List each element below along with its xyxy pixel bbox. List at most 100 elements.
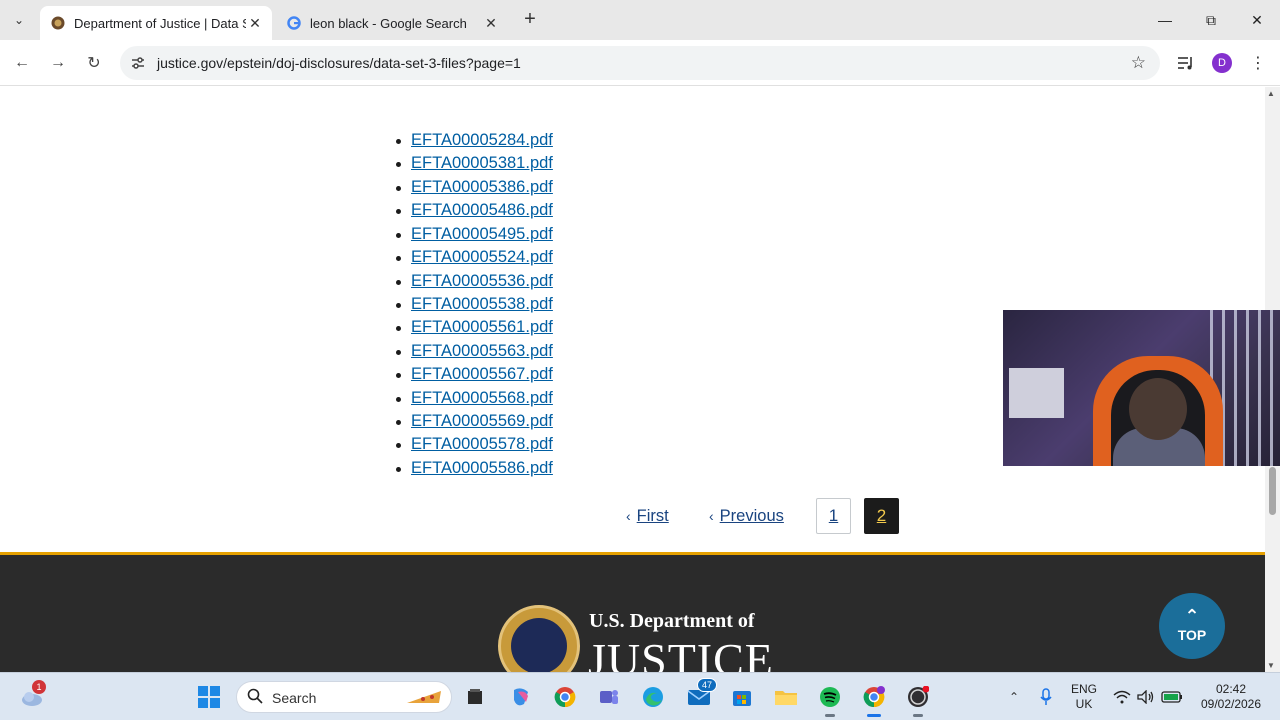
back-button[interactable]: ← bbox=[11, 52, 33, 74]
chrome-icon[interactable] bbox=[551, 683, 579, 711]
address-bar[interactable]: justice.gov/epstein/doj-disclosures/data… bbox=[120, 46, 1160, 80]
close-icon[interactable]: ✕ bbox=[482, 14, 500, 32]
browser-menu-button[interactable]: ⋮ bbox=[1248, 53, 1268, 73]
top-label: TOP bbox=[1177, 627, 1207, 643]
file-link[interactable]: EFTA00005284.pdf bbox=[411, 131, 553, 149]
pagination-first[interactable]: ‹ First bbox=[626, 498, 669, 534]
site-footer: U.S. Department of JUSTICE bbox=[0, 552, 1265, 672]
list-item: EFTA00005524.pdf bbox=[396, 246, 553, 269]
chevron-up-icon: ⌃ bbox=[1008, 690, 1020, 704]
reload-icon: ↻ bbox=[87, 55, 101, 72]
pizza-search-highlight-icon bbox=[405, 687, 445, 712]
file-explorer-icon[interactable] bbox=[772, 683, 800, 711]
time: 02:42 bbox=[1215, 682, 1247, 696]
url-text[interactable]: justice.gov/epstein/doj-disclosures/data… bbox=[157, 55, 521, 71]
tab-title: leon black - Google Search bbox=[310, 15, 467, 31]
profile-button[interactable]: D bbox=[1212, 53, 1232, 73]
file-link[interactable]: EFTA00005578.pdf bbox=[411, 435, 553, 453]
teams-icon[interactable] bbox=[595, 683, 623, 711]
battery-icon[interactable] bbox=[1158, 683, 1186, 711]
restore-icon: ⧉ bbox=[1206, 11, 1216, 28]
pagination-previous[interactable]: ‹ Previous bbox=[709, 498, 784, 534]
start-button[interactable] bbox=[195, 683, 223, 711]
chrome-profile-icon[interactable] bbox=[860, 683, 888, 717]
list-item: EFTA00005561.pdf bbox=[396, 316, 553, 339]
file-link[interactable]: EFTA00005586.pdf bbox=[411, 459, 553, 477]
notification-badge: 1 bbox=[32, 680, 46, 694]
language-indicator[interactable]: ENG UK bbox=[1068, 682, 1100, 712]
file-link[interactable]: EFTA00005495.pdf bbox=[411, 225, 553, 243]
back-to-top-button[interactable]: ⌃ TOP bbox=[1159, 593, 1225, 659]
arrow-left-icon: ← bbox=[14, 54, 30, 71]
list-item: EFTA00005569.pdf bbox=[396, 410, 553, 433]
site-settings-icon[interactable] bbox=[130, 55, 146, 71]
close-window-button[interactable]: ✕ bbox=[1247, 10, 1267, 30]
file-link[interactable]: EFTA00005568.pdf bbox=[411, 389, 553, 407]
copilot-icon[interactable] bbox=[507, 683, 535, 711]
file-link[interactable]: EFTA00005567.pdf bbox=[411, 365, 553, 383]
first-page-link[interactable]: First bbox=[637, 507, 669, 526]
google-icon bbox=[286, 15, 302, 31]
reload-button[interactable]: ↻ bbox=[83, 52, 105, 74]
task-view-app[interactable] bbox=[461, 683, 489, 711]
new-tab-button[interactable]: + bbox=[520, 9, 540, 30]
language-code: ENG bbox=[1070, 682, 1097, 696]
scroll-down-icon[interactable]: ▼ bbox=[1267, 661, 1275, 670]
file-link[interactable]: EFTA00005381.pdf bbox=[411, 154, 553, 172]
chevron-left-icon: ‹ bbox=[626, 508, 631, 524]
minimize-icon: — bbox=[1158, 12, 1172, 28]
tab-doj[interactable]: Department of Justice | Data Se ✕ bbox=[40, 6, 272, 40]
list-item: EFTA00005578.pdf bbox=[396, 433, 553, 456]
footer-agency-line1: U.S. Department of bbox=[589, 610, 755, 632]
webcam-overlay bbox=[1003, 310, 1280, 466]
list-item: EFTA00005486.pdf bbox=[396, 199, 553, 222]
previous-page-link[interactable]: Previous bbox=[720, 507, 784, 526]
list-item: EFTA00005538.pdf bbox=[396, 293, 553, 316]
minimize-button[interactable]: — bbox=[1155, 10, 1175, 30]
restore-button[interactable]: ⧉ bbox=[1201, 10, 1221, 30]
mail-count-badge: 47 bbox=[697, 678, 717, 692]
file-link[interactable]: EFTA00005569.pdf bbox=[411, 412, 553, 430]
taskbar-search-box[interactable]: Search bbox=[236, 681, 452, 713]
clock[interactable]: 02:42 09/02/2026 bbox=[1196, 682, 1266, 712]
close-icon[interactable]: ✕ bbox=[246, 14, 264, 32]
weather-widget[interactable]: 1 bbox=[18, 680, 46, 711]
spotify-icon[interactable] bbox=[816, 683, 844, 717]
running-indicator bbox=[913, 714, 923, 717]
seal-center bbox=[511, 618, 567, 672]
scrollbar-thumb[interactable] bbox=[1269, 467, 1276, 515]
arrow-right-icon: → bbox=[50, 54, 66, 71]
file-list: EFTA00005284.pdf EFTA00005381.pdf EFTA00… bbox=[396, 129, 553, 480]
file-link[interactable]: EFTA00005538.pdf bbox=[411, 295, 553, 313]
running-indicator bbox=[825, 714, 835, 717]
list-item: EFTA00005563.pdf bbox=[396, 340, 553, 363]
microphone-icon[interactable] bbox=[1032, 683, 1060, 711]
file-link[interactable]: EFTA00005486.pdf bbox=[411, 201, 553, 219]
tab-search-menu-button[interactable]: ⌄ bbox=[8, 9, 30, 31]
file-link[interactable]: EFTA00005561.pdf bbox=[411, 318, 553, 336]
chevron-down-icon: ⌄ bbox=[13, 13, 25, 27]
date: 09/02/2026 bbox=[1200, 697, 1262, 711]
store-icon[interactable] bbox=[728, 683, 756, 711]
media-controls-icon[interactable] bbox=[1176, 53, 1196, 73]
edge-icon[interactable] bbox=[639, 683, 667, 711]
file-link[interactable]: EFTA00005524.pdf bbox=[411, 248, 553, 266]
bookmark-star-icon[interactable]: ☆ bbox=[1131, 53, 1146, 73]
tray-overflow-button[interactable]: ⌃ bbox=[1000, 683, 1028, 711]
list-item: EFTA00005568.pdf bbox=[396, 387, 553, 410]
list-item: EFTA00005386.pdf bbox=[396, 176, 553, 199]
footer-agency-line2: JUSTICE bbox=[588, 634, 774, 672]
forward-button[interactable]: → bbox=[47, 52, 69, 74]
tab-google[interactable]: leon black - Google Search ✕ bbox=[276, 6, 508, 40]
file-link[interactable]: EFTA00005563.pdf bbox=[411, 342, 553, 360]
file-link[interactable]: EFTA00005536.pdf bbox=[411, 272, 553, 290]
chevron-left-icon: ‹ bbox=[709, 508, 714, 524]
obs-icon[interactable] bbox=[904, 683, 932, 717]
scroll-up-icon[interactable]: ▲ bbox=[1267, 89, 1275, 98]
volume-icon[interactable] bbox=[1132, 683, 1160, 711]
mail-icon[interactable]: 47 bbox=[685, 678, 717, 711]
tab-strip: ⌄ Department of Justice | Data Se ✕ leon… bbox=[0, 0, 1280, 40]
file-link[interactable]: EFTA00005386.pdf bbox=[411, 178, 553, 196]
list-item: EFTA00005381.pdf bbox=[396, 152, 553, 175]
page-number-1[interactable]: 1 bbox=[816, 498, 851, 534]
